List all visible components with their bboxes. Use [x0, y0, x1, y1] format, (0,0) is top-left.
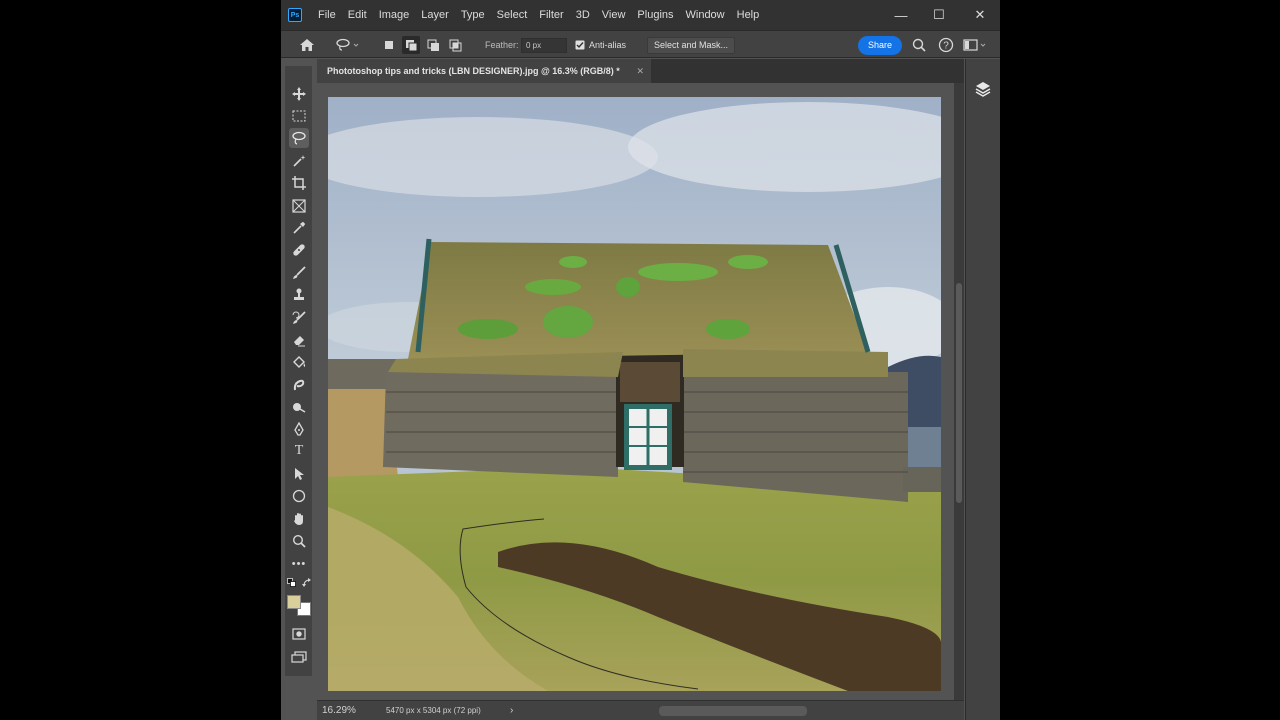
frame-tool-icon[interactable] [289, 196, 309, 216]
minimize-button[interactable]: — [881, 0, 921, 30]
select-and-mask-button[interactable]: Select and Mask... [647, 37, 735, 54]
help-icon[interactable]: ? [938, 31, 954, 59]
workspace-icon[interactable] [963, 31, 987, 59]
hand-tool-icon[interactable] [289, 509, 309, 529]
layers-icon[interactable] [973, 79, 993, 99]
more-tools-icon[interactable]: ••• [289, 554, 309, 574]
menu-image[interactable]: Image [373, 0, 416, 30]
type-tool-icon[interactable]: T [289, 441, 309, 461]
crop-tool-icon[interactable] [289, 173, 309, 193]
menu-window[interactable]: Window [680, 0, 731, 30]
close-document-icon[interactable]: ✕ [636, 59, 644, 83]
maximize-button[interactable]: ☐ [919, 0, 959, 30]
antialias-label: Anti-alias [589, 40, 627, 50]
share-button[interactable]: Share [858, 36, 902, 55]
menu-filter[interactable]: Filter [533, 0, 569, 30]
dodge-tool-icon[interactable] [289, 397, 309, 417]
quick-mask-icon[interactable] [289, 624, 309, 644]
svg-text:?: ? [943, 41, 949, 52]
menu-plugins[interactable]: Plugins [631, 0, 679, 30]
document-tab-strip: Phototoshop tips and tricks (LBN DESIGNE… [317, 59, 964, 83]
status-bar: 16.29% 5470 px x 5304 px (72 ppi) › [317, 700, 964, 720]
photoshop-window: Ps File Edit Image Layer Type Select Fil… [281, 0, 1000, 720]
tools-panel: T ••• [285, 66, 312, 676]
menu-view[interactable]: View [596, 0, 632, 30]
home-icon[interactable] [299, 31, 315, 59]
magic-wand-tool-icon[interactable] [289, 151, 309, 171]
menu-layer[interactable]: Layer [415, 0, 455, 30]
eraser-tool-icon[interactable] [289, 330, 309, 350]
status-menu-arrow[interactable]: › [510, 701, 513, 720]
options-bar: Feather: 0 px Anti-alias Select and Mask… [281, 30, 1000, 58]
feather-label: Feather: [485, 40, 519, 50]
antialias-checkbox[interactable]: Anti-alias [575, 31, 626, 59]
close-button[interactable]: ✕ [960, 0, 1000, 30]
lasso-tool-icon[interactable] [289, 128, 309, 148]
path-selection-tool-icon[interactable] [289, 464, 309, 484]
add-selection-icon[interactable] [402, 31, 420, 59]
marquee-tool-icon[interactable] [289, 106, 309, 126]
history-brush-tool-icon[interactable] [289, 308, 309, 328]
new-selection-icon[interactable] [384, 31, 394, 59]
feather-input[interactable]: 0 px [521, 38, 567, 53]
horizontal-scroll-thumb[interactable] [659, 706, 807, 716]
zoom-tool-icon[interactable] [289, 531, 309, 551]
screen-mode-icon[interactable] [289, 647, 309, 667]
document-canvas-image[interactable] [328, 97, 941, 691]
menu-edit[interactable]: Edit [342, 0, 373, 30]
lasso-preset-icon[interactable] [335, 31, 359, 59]
brush-tool-icon[interactable] [289, 263, 309, 283]
menu-help[interactable]: Help [731, 0, 766, 30]
document-tab[interactable]: Phototoshop tips and tricks (LBN DESIGNE… [317, 59, 651, 83]
ellipse-tool-icon[interactable] [289, 486, 309, 506]
default-colors-icon[interactable] [287, 578, 297, 588]
menu-type[interactable]: Type [455, 0, 491, 30]
right-panel-dock [965, 59, 1000, 720]
foreground-color-swatch[interactable] [287, 595, 301, 609]
document-title: Phototoshop tips and tricks (LBN DESIGNE… [327, 66, 620, 76]
pen-tool-icon[interactable] [289, 419, 309, 439]
swap-colors-icon[interactable] [302, 578, 312, 588]
zoom-level[interactable]: 16.29% [322, 701, 356, 720]
menu-bar: Ps File Edit Image Layer Type Select Fil… [281, 0, 1000, 30]
menu-select[interactable]: Select [491, 0, 534, 30]
intersect-selection-icon[interactable] [449, 31, 462, 59]
healing-brush-tool-icon[interactable] [289, 240, 309, 260]
subtract-selection-icon[interactable] [427, 31, 440, 59]
photoshop-logo-icon: Ps [288, 8, 302, 22]
vertical-scrollbar[interactable] [954, 83, 964, 700]
paint-bucket-tool-icon[interactable] [289, 352, 309, 372]
search-icon[interactable] [912, 31, 926, 59]
vertical-scroll-thumb[interactable] [956, 283, 962, 503]
menu-3d[interactable]: 3D [570, 0, 596, 30]
move-tool-icon[interactable] [289, 84, 309, 104]
document-dimensions: 5470 px x 5304 px (72 ppi) [386, 706, 481, 715]
menu-file[interactable]: File [312, 0, 342, 30]
eyedropper-tool-icon[interactable] [289, 218, 309, 238]
smudge-tool-icon[interactable] [289, 375, 309, 395]
clone-stamp-tool-icon[interactable] [289, 285, 309, 305]
